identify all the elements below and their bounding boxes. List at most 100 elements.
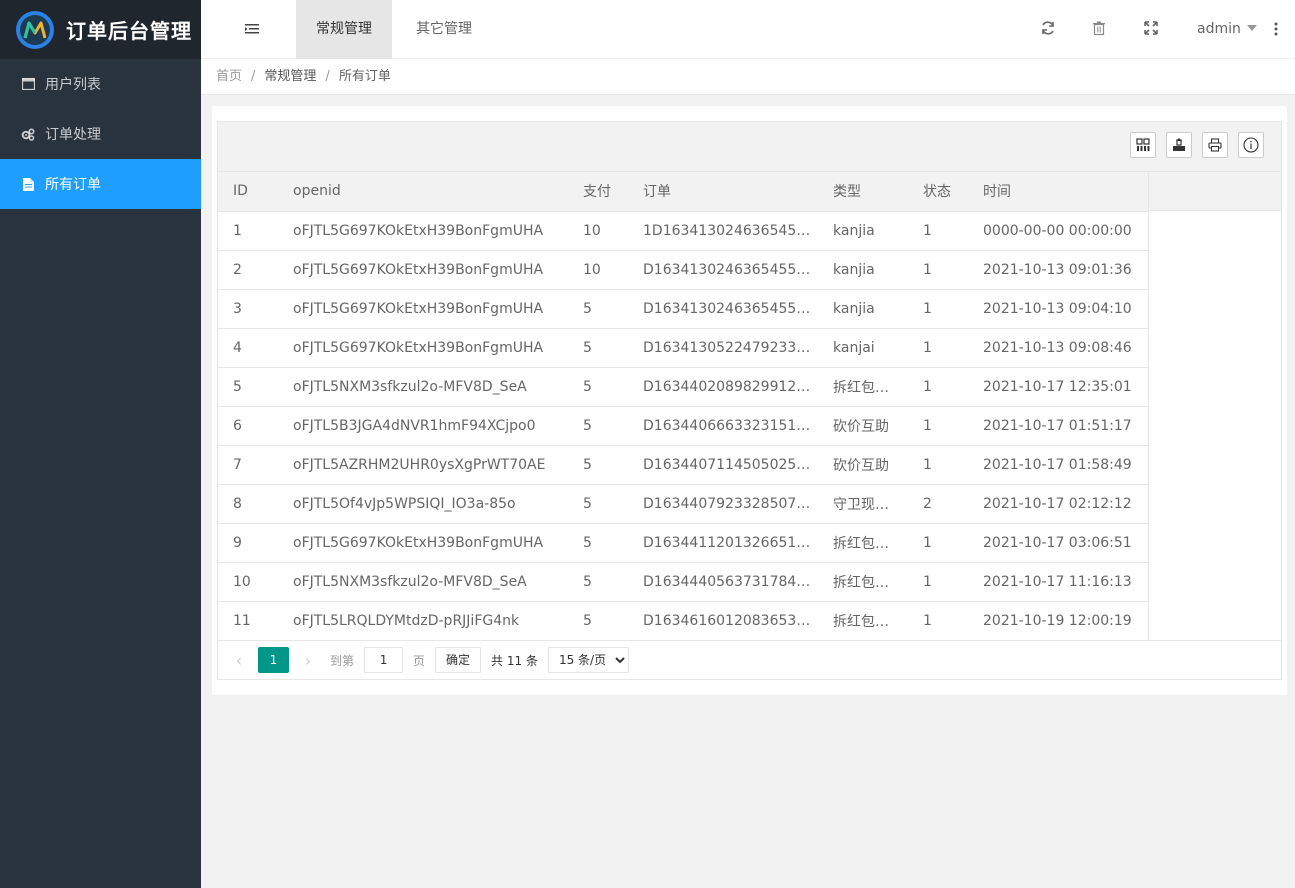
tab-other-management[interactable]: 其它管理 — [396, 0, 492, 59]
cell-id: 11 — [218, 601, 278, 641]
cell-order: D1634407923328507127 — [628, 484, 818, 524]
cell-time: 0000-00-00 00:00:00 — [968, 211, 1148, 251]
refresh-icon[interactable] — [1040, 20, 1056, 36]
page-unit-label: 页 — [413, 653, 426, 668]
table-row[interactable]: 10 oFJTL5NXM3sfkzul2o-MFV8D_SeA 5 D16344405… — [218, 562, 1148, 602]
table-row[interactable]: 3 oFJTL5G697KOkEtxH39BonFgmUHA 5 D163413024… — [218, 289, 1148, 329]
orders-table: ID openid 支付 订单 类型 状态 时间 1 oFJTL5G697KOkE… — [218, 172, 1148, 641]
table-row[interactable]: 1 oFJTL5G697KOkEtxH39BonFgmUHA 10 1D1634130… — [218, 211, 1148, 251]
cell-order: D1634440563731784419 — [628, 562, 818, 602]
table-row[interactable]: 8 oFJTL5Of4vJp5WPSIQI_IO3a-85o 5 D163440792… — [218, 484, 1148, 524]
table-row[interactable]: 4 oFJTL5G697KOkEtxH39BonFgmUHA 5 D163413052… — [218, 328, 1148, 368]
column-header-status[interactable]: 状态 — [908, 172, 968, 212]
cell-payment: 5 — [568, 484, 628, 524]
cell-type: kanjia — [818, 250, 908, 290]
orders-table-container: ID openid 支付 订单 类型 状态 时间 1 oFJTL5G697KOkE… — [217, 121, 1282, 680]
cell-openid: oFJTL5Of4vJp5WPSIQI_IO3a-85o — [278, 484, 568, 524]
cell-payment: 5 — [568, 601, 628, 641]
cell-status: 2 — [908, 484, 968, 524]
cell-status: 1 — [908, 523, 968, 563]
table-row[interactable]: 7 oFJTL5AZRHM2UHR0ysXgPrWT70AE 5 D163440711… — [218, 445, 1148, 485]
pagination: ‹ 1 › 到第 页 确定 共 11 条 10 条/页15 条/页20 条/页3… — [218, 640, 1281, 679]
column-header-type[interactable]: 类型 — [818, 172, 908, 212]
cell-order: D1634130246365455420 — [628, 250, 818, 290]
cell-order: 1D1634130246365455… — [628, 211, 818, 251]
cell-type: 拆红包… — [818, 601, 908, 641]
print-button[interactable] — [1202, 132, 1228, 158]
table-row[interactable]: 5 oFJTL5NXM3sfkzul2o-MFV8D_SeA 5 D163440208… — [218, 367, 1148, 407]
table-header-row: ID openid 支付 订单 类型 状态 时间 — [218, 172, 1148, 212]
cell-id: 2 — [218, 250, 278, 290]
table-row[interactable]: 6 oFJTL5B3JGA4dNVR1hmF94XCjpo0 5 D163440666… — [218, 406, 1148, 446]
breadcrumb-home[interactable]: 首页 — [216, 69, 242, 84]
goto-page-input[interactable] — [364, 647, 404, 673]
cell-type: 拆红包… — [818, 367, 908, 407]
cell-time: 2021-10-17 01:51:17 — [968, 406, 1148, 446]
cell-time: 2021-10-17 12:35:01 — [968, 367, 1148, 407]
table-row[interactable]: 9 oFJTL5G697KOkEtxH39BonFgmUHA 5 D163441120… — [218, 523, 1148, 563]
cell-status: 1 — [908, 328, 968, 368]
menu-collapse-icon[interactable] — [244, 21, 260, 37]
cell-id: 1 — [218, 211, 278, 251]
export-button[interactable] — [1166, 132, 1192, 158]
file-icon — [21, 177, 35, 191]
sidebar-item-all-orders[interactable]: 所有订单 — [0, 159, 201, 209]
cell-status: 1 — [908, 211, 968, 251]
fullscreen-icon[interactable] — [1143, 20, 1159, 36]
next-page-icon[interactable]: › — [298, 651, 318, 670]
cell-status: 1 — [908, 601, 968, 641]
cell-type: 拆红包… — [818, 523, 908, 563]
more-vertical-icon[interactable] — [1274, 22, 1278, 36]
breadcrumb-regular-management[interactable]: 常规管理 — [264, 69, 316, 84]
table-row[interactable]: 11 oFJTL5LRQLDYMtdzD-pRJJiFG4nk 5 D16346160… — [218, 601, 1148, 641]
confirm-goto-button[interactable]: 确定 — [435, 647, 482, 673]
sidebar-item-label: 用户列表 — [45, 77, 101, 93]
app-title: 订单后台管理 — [66, 19, 192, 43]
cell-time: 2021-10-17 03:06:51 — [968, 523, 1148, 563]
export-icon — [1173, 138, 1185, 151]
cell-openid: oFJTL5G697KOkEtxH39BonFgmUHA — [278, 328, 568, 368]
breadcrumb-separator: / — [251, 69, 256, 84]
page-size-select[interactable]: 10 条/页15 条/页20 条/页30 条/页 — [547, 647, 629, 673]
cell-time: 2021-10-13 09:08:46 — [968, 328, 1148, 368]
cell-order: D1634406663323151972 — [628, 406, 818, 446]
cell-id: 10 — [218, 562, 278, 602]
cell-order: D1634411201326651990 — [628, 523, 818, 563]
cell-payment: 5 — [568, 523, 628, 563]
column-header-id[interactable]: ID — [218, 172, 278, 212]
sidebar-item-order-processing[interactable]: 订单处理 — [0, 109, 201, 159]
cell-type: 砍价互助 — [818, 406, 908, 446]
cell-time: 2021-10-17 02:12:12 — [968, 484, 1148, 524]
cell-status: 1 — [908, 250, 968, 290]
app-logo[interactable]: 订单后台管理 — [0, 0, 201, 59]
cell-openid: oFJTL5AZRHM2UHR0ysXgPrWT70AE — [278, 445, 568, 485]
columns-filter-button[interactable] — [1130, 132, 1156, 158]
column-header-order[interactable]: 订单 — [628, 172, 818, 212]
cell-status: 1 — [908, 367, 968, 407]
cell-openid: oFJTL5NXM3sfkzul2o-MFV8D_SeA — [278, 367, 568, 407]
cell-type: kanjia — [818, 211, 908, 251]
cell-id: 5 — [218, 367, 278, 407]
trash-icon[interactable] — [1091, 20, 1107, 36]
cell-payment: 5 — [568, 445, 628, 485]
info-icon — [1243, 137, 1259, 153]
sidebar-item-user-list[interactable]: 用户列表 — [0, 59, 201, 109]
cell-time: 2021-10-13 09:01:36 — [968, 250, 1148, 290]
sidebar-item-label: 所有订单 — [45, 177, 101, 193]
column-header-payment[interactable]: 支付 — [568, 172, 628, 212]
cell-payment: 5 — [568, 367, 628, 407]
current-page[interactable]: 1 — [258, 647, 289, 673]
table-row[interactable]: 2 oFJTL5G697KOkEtxH39BonFgmUHA 10 D16341302… — [218, 250, 1148, 290]
prev-page-icon[interactable]: ‹ — [229, 651, 249, 670]
user-menu[interactable]: admin — [1197, 0, 1257, 59]
cell-openid: oFJTL5G697KOkEtxH39BonFgmUHA — [278, 211, 568, 251]
column-header-openid[interactable]: openid — [278, 172, 568, 212]
breadcrumb-separator: / — [325, 69, 330, 84]
cell-payment: 5 — [568, 406, 628, 446]
top-header: 常规管理 其它管理 admin — [201, 0, 1295, 59]
info-button[interactable] — [1238, 132, 1264, 158]
cell-time: 2021-10-19 12:00:19 — [968, 601, 1148, 641]
cell-openid: oFJTL5G697KOkEtxH39BonFgmUHA — [278, 289, 568, 329]
tab-regular-management[interactable]: 常规管理 — [296, 0, 392, 59]
column-header-time[interactable]: 时间 — [968, 172, 1148, 212]
